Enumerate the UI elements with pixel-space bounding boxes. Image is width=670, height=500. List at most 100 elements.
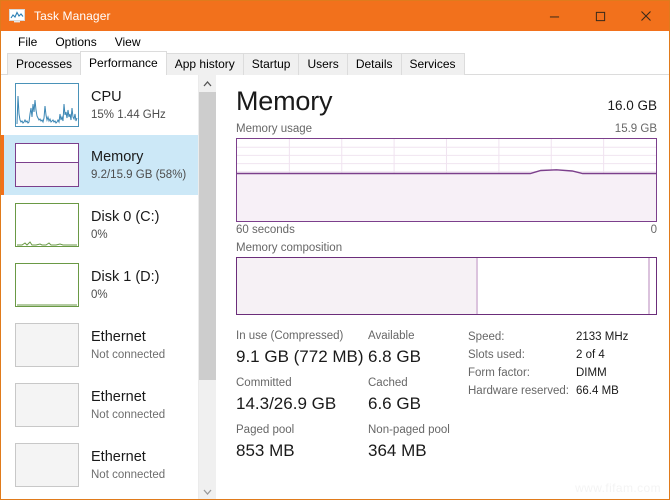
- stat-value: 9.1 GB (772 MB): [236, 347, 364, 366]
- sidebar-item-title: Memory: [91, 148, 144, 165]
- stat-non-paged-pool: Non-paged pool 364 MB: [368, 423, 464, 462]
- stat-paged-pool: Paged pool 853 MB: [236, 423, 368, 462]
- window-title: Task Manager: [34, 9, 111, 23]
- tab-users[interactable]: Users: [298, 53, 348, 75]
- detail-key: Form factor:: [468, 367, 530, 379]
- minimize-button[interactable]: [531, 1, 577, 31]
- stat-in-use: In use (Compressed) 9.1 GB (772 MB): [236, 329, 368, 368]
- disk-sparkline-icon: [15, 263, 79, 307]
- stat-label: Non-paged pool: [368, 424, 450, 436]
- stat-row: In use (Compressed) 9.1 GB (772 MB) Avai…: [236, 329, 464, 368]
- tab-details[interactable]: Details: [346, 53, 402, 75]
- tab-processes[interactable]: Processes: [7, 53, 82, 75]
- composition-segment-free: [650, 258, 656, 314]
- title-bar: Task Manager: [1, 1, 669, 31]
- memory-composition-bar[interactable]: [236, 257, 657, 315]
- scrollbar-thumb[interactable]: [199, 92, 216, 380]
- sidebar-item-ethernet-1[interactable]: Ethernet Not connected: [1, 315, 198, 375]
- detail-key: Hardware reserved:: [468, 385, 569, 397]
- statistics-area: In use (Compressed) 9.1 GB (772 MB) Avai…: [236, 329, 657, 470]
- stat-label: Cached: [368, 377, 408, 389]
- stat-value: 853 MB: [236, 441, 295, 460]
- sidebar-item-sub: Not connected: [91, 408, 166, 421]
- sidebar-item-sub: 9.2/15.9 GB (58%): [91, 168, 187, 181]
- tab-startup[interactable]: Startup: [242, 53, 300, 75]
- sidebar-item-title: Disk 1 (D:): [91, 268, 160, 285]
- stat-value: 6.6 GB: [368, 394, 421, 413]
- sidebar-item-text: CPU 15% 1.44 GHz: [91, 88, 166, 123]
- composition-segment-available: [477, 258, 650, 314]
- stat-label: Paged pool: [236, 424, 295, 436]
- sidebar-item-title: Ethernet: [91, 328, 146, 345]
- composition-segment-in-use: [237, 258, 478, 314]
- detail-value: 2 of 4: [576, 349, 605, 361]
- sidebar-item-sub: 0%: [91, 228, 108, 241]
- memory-composition-label: Memory composition: [236, 242, 343, 254]
- sidebar-item-sub: 0%: [91, 288, 108, 301]
- sidebar-item-text: Disk 0 (C:) 0%: [91, 208, 159, 243]
- tab-performance[interactable]: Performance: [80, 51, 167, 75]
- detail-key: Speed:: [468, 331, 505, 343]
- menu-bar: File Options View: [1, 31, 669, 53]
- sidebar-item-sub: 15% 1.44 GHz: [91, 108, 166, 121]
- task-manager-icon: [9, 8, 27, 24]
- memory-detail-panel: Memory 16.0 GB Memory usage 15.9 GB 60 s…: [216, 75, 669, 499]
- sidebar-item-memory[interactable]: Memory 9.2/15.9 GB (58%): [1, 135, 198, 195]
- tab-strip: Processes Performance App history Startu…: [1, 51, 669, 75]
- stat-available: Available 6.8 GB: [368, 329, 464, 368]
- sidebar-item-disk-0[interactable]: Disk 0 (C:) 0%: [1, 195, 198, 255]
- sidebar-item-text: Disk 1 (D:) 0%: [91, 268, 159, 303]
- axis-label-right: 0: [650, 224, 657, 236]
- detail-value: DIMM: [576, 367, 607, 379]
- usage-caption-row: Memory usage 15.9 GB: [236, 123, 657, 135]
- sidebar-scrollbar[interactable]: [198, 75, 216, 499]
- sidebar-item-text: Ethernet Not connected: [91, 448, 165, 483]
- network-thumbnail-icon: [15, 383, 79, 427]
- scroll-down-arrow-icon[interactable]: [199, 483, 216, 499]
- content-area: CPU 15% 1.44 GHz Memory 9.2/15.9 GB (58%…: [1, 75, 669, 499]
- maximize-button[interactable]: [577, 1, 623, 31]
- stat-value: 6.8 GB: [368, 347, 421, 366]
- memory-thumbnail-fill: [16, 161, 78, 186]
- sidebar-item-cpu[interactable]: CPU 15% 1.44 GHz: [1, 75, 198, 135]
- detail-value: 2133 MHz: [576, 331, 629, 343]
- sidebar-item-text: Memory 9.2/15.9 GB (58%): [91, 148, 186, 183]
- sidebar-item-title: Ethernet: [91, 448, 146, 465]
- network-thumbnail-icon: [15, 443, 79, 487]
- sidebar-item-sub: Not connected: [91, 348, 166, 361]
- close-button[interactable]: [623, 1, 669, 31]
- memory-usage-label: Memory usage: [236, 123, 313, 135]
- detail-form-factor: Form factor: DIMM: [468, 365, 657, 382]
- sidebar-item-disk-1[interactable]: Disk 1 (D:) 0%: [1, 255, 198, 315]
- stat-label: Available: [368, 330, 415, 342]
- stat-row: Committed 14.3/26.9 GB Cached 6.6 GB: [236, 376, 464, 415]
- detail-key: Slots used:: [468, 349, 525, 361]
- statistics-left-column: In use (Compressed) 9.1 GB (772 MB) Avai…: [236, 329, 464, 470]
- sidebar-item-ethernet-2[interactable]: Ethernet Not connected: [1, 375, 198, 435]
- tab-app-history[interactable]: App history: [165, 53, 244, 75]
- cpu-sparkline-icon: [15, 83, 79, 127]
- stat-cached: Cached 6.6 GB: [368, 376, 464, 415]
- stat-value: 14.3/26.9 GB: [236, 394, 337, 413]
- stat-value: 364 MB: [368, 441, 427, 460]
- page-title: Memory: [236, 86, 333, 116]
- window-controls: [531, 1, 669, 31]
- detail-value: 66.4 MB: [576, 385, 619, 397]
- sidebar-item-title: Disk 0 (C:): [91, 208, 160, 225]
- menu-item-options[interactable]: Options: [46, 32, 105, 52]
- sidebar-item-text: Ethernet Not connected: [91, 388, 165, 423]
- tab-services[interactable]: Services: [400, 53, 465, 75]
- stat-row: Paged pool 853 MB Non-paged pool 364 MB: [236, 423, 464, 462]
- sidebar-item-title: Ethernet: [91, 388, 146, 405]
- menu-item-view[interactable]: View: [106, 32, 150, 52]
- panel-header: Memory 16.0 GB: [236, 85, 657, 117]
- detail-slots-used: Slots used: 2 of 4: [468, 347, 657, 364]
- sidebar-item-text: Ethernet Not connected: [91, 328, 165, 363]
- menu-item-file[interactable]: File: [9, 32, 46, 52]
- sidebar-item-ethernet-3[interactable]: Ethernet Not connected: [1, 435, 198, 495]
- sidebar-item-title: CPU: [91, 88, 122, 105]
- detail-speed: Speed: 2133 MHz: [468, 329, 657, 346]
- resource-sidebar: CPU 15% 1.44 GHz Memory 9.2/15.9 GB (58%…: [1, 75, 198, 499]
- axis-label-left: 60 seconds: [236, 224, 295, 236]
- scroll-up-arrow-icon[interactable]: [199, 75, 216, 92]
